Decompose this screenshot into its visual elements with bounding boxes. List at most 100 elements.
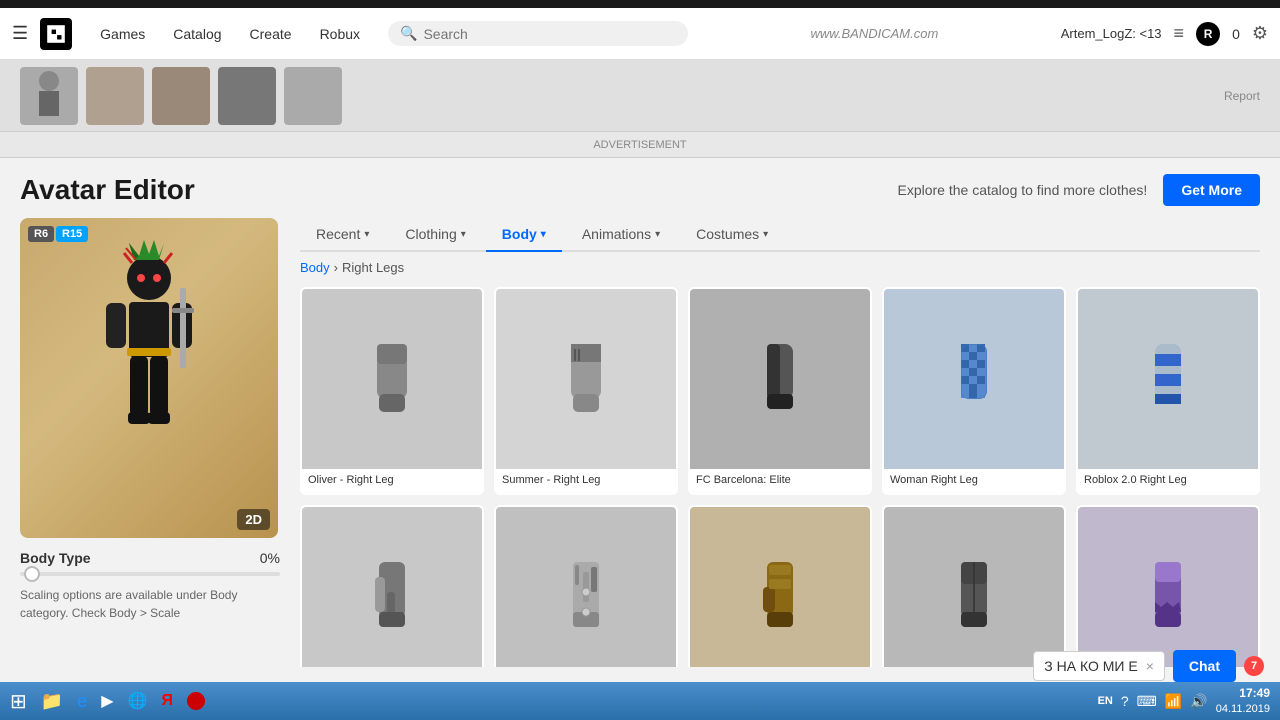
item-simple-robo[interactable]: Simple Robo - Right Leg — [494, 505, 678, 667]
item-summer-right-leg[interactable]: Summer - Right Leg — [494, 287, 678, 495]
keyboard-icon: ⌨ — [1137, 693, 1157, 710]
roblox-r-icon[interactable]: R — [1196, 22, 1220, 46]
main-area: Avatar Editor R6 R15 — [0, 158, 1280, 720]
help-icon[interactable]: ? — [1121, 693, 1129, 709]
tabs-bar: Recent ▾ Clothing ▾ Body ▾ Animations ▾ … — [300, 218, 1260, 252]
ad-report[interactable]: Report — [1224, 89, 1260, 103]
items-grid: Oliver - Right Leg Summer - Right Leg — [300, 287, 1260, 667]
item-img — [690, 507, 870, 667]
taskbar-right: EN ? ⌨ 📶 🔊 17:49 04.11.2019 — [1098, 685, 1276, 717]
clothing-arrow: ▾ — [461, 229, 466, 240]
taskbar-file-explorer[interactable]: 📁 — [35, 685, 69, 717]
username-label: Artem_LogZ: <13 — [1061, 26, 1162, 41]
ad-img-1 — [20, 67, 78, 125]
settings-icon[interactable]: ⚙ — [1252, 23, 1268, 44]
hamburger-icon[interactable]: ☰ — [12, 23, 28, 44]
item-woman-right-leg[interactable]: Woman Right Leg — [882, 287, 1066, 495]
nav-robux[interactable]: Robux — [308, 20, 372, 48]
scaling-note: Scaling options are available under Body… — [20, 586, 280, 622]
item-warchief[interactable]: Warchief Mucklug - — [688, 505, 872, 667]
recent-arrow: ▾ — [364, 229, 369, 240]
item-harbinger[interactable]: The Harbinger - Right Leg — [300, 505, 484, 667]
item-fc-barcelona[interactable]: FC Barcelona: Elite — [688, 287, 872, 495]
item-name: Summer - Right Leg — [496, 469, 676, 493]
navbar: ☰ Games Catalog Create Robux 🔍 www.BANDI… — [0, 8, 1280, 60]
item-name: Roblox 2.0 Right Leg — [1078, 469, 1258, 493]
search-bar[interactable]: 🔍 — [388, 21, 688, 46]
chat-bar: З НА КО МИ Е × Chat 7 — [1033, 650, 1264, 682]
avatar-figure — [84, 238, 214, 518]
body-type-section: Body Type 0% Scaling options are availab… — [20, 550, 280, 622]
body-arrow: ▾ — [541, 229, 546, 240]
2d-toggle[interactable]: 2D — [237, 509, 270, 530]
item-img — [302, 289, 482, 469]
nav-games[interactable]: Games — [88, 20, 157, 48]
animations-arrow: ▾ — [655, 229, 660, 240]
chat-badge: 7 — [1244, 656, 1264, 676]
taskbar-lang: EN — [1098, 695, 1113, 707]
body-type-value: 0% — [260, 550, 280, 566]
chat-notification-text: З НА КО МИ Е — [1044, 658, 1137, 674]
nav-create[interactable]: Create — [238, 20, 304, 48]
ad-label: ADVERTISEMENT — [0, 132, 1280, 158]
folder-icon: 📁 — [41, 691, 63, 712]
item-img — [884, 507, 1064, 667]
chat-button-label: Chat — [1189, 658, 1220, 674]
body-type-header: Body Type 0% — [20, 550, 280, 566]
breadcrumb-parent[interactable]: Body — [300, 260, 330, 275]
tab-body[interactable]: Body ▾ — [486, 218, 562, 252]
bandicam-watermark: www.BANDICAM.com — [696, 26, 1053, 41]
body-type-label: Body Type — [20, 550, 91, 566]
menu-icon[interactable]: ≡ — [1174, 23, 1185, 44]
avatar-viewer: R6 R15 — [20, 218, 278, 538]
roblox-logo[interactable] — [40, 18, 72, 50]
tab-recent[interactable]: Recent ▾ — [300, 218, 385, 252]
costumes-arrow: ▾ — [763, 229, 768, 240]
slider-thumb[interactable] — [24, 566, 40, 582]
r6-badge[interactable]: R6 — [28, 226, 54, 242]
tab-animations[interactable]: Animations ▾ — [566, 218, 676, 252]
ad-images — [20, 67, 342, 125]
breadcrumb-current: Right Legs — [342, 260, 404, 275]
taskbar-ie[interactable]: e — [71, 685, 93, 717]
tab-clothing[interactable]: Clothing ▾ — [389, 218, 481, 252]
taskbar-yandex[interactable]: Я — [155, 685, 179, 717]
item-img — [690, 289, 870, 469]
taskbar-media[interactable]: ▶ — [95, 685, 119, 717]
promo-text: Explore the catalog to find more clothes… — [898, 182, 1148, 198]
page-title: Avatar Editor — [20, 174, 280, 206]
chat-close-icon[interactable]: × — [1146, 658, 1154, 674]
item-squad-ghouls[interactable]: Squad Ghouls: Drop Dead — [1076, 505, 1260, 667]
item-name: FC Barcelona: Elite — [690, 469, 870, 493]
body-type-slider[interactable] — [20, 572, 280, 576]
nav-catalog[interactable]: Catalog — [161, 20, 233, 48]
taskbar-chrome[interactable]: 🌐 — [122, 685, 154, 717]
chat-button[interactable]: Chat — [1173, 650, 1236, 682]
ad-bar: Report — [0, 60, 1280, 132]
item-img — [496, 289, 676, 469]
notification-count[interactable]: 0 — [1232, 26, 1240, 42]
nav-links: Games Catalog Create Robux — [88, 20, 372, 48]
speaker-icon[interactable]: 🔊 — [1190, 693, 1207, 710]
r15-badge[interactable]: R15 — [56, 226, 88, 242]
item-img — [1078, 507, 1258, 667]
item-name: Oliver - Right Leg — [302, 469, 482, 493]
right-panel: Explore the catalog to find more clothes… — [300, 174, 1260, 704]
taskbar-start[interactable]: ⊞ — [4, 685, 33, 717]
taskbar-clock: 17:49 04.11.2019 — [1216, 685, 1270, 717]
item-img — [884, 289, 1064, 469]
taskbar-record[interactable] — [181, 685, 211, 717]
item-city-life-man[interactable]: City Life Man - Right Leg — [882, 505, 1066, 667]
record-icon — [187, 692, 205, 710]
ie-icon: e — [77, 691, 87, 712]
taskbar: ⊞ 📁 e ▶ 🌐 Я EN ? ⌨ 📶 🔊 17:49 04.11.2019 — [0, 682, 1280, 720]
item-oliver-right-leg[interactable]: Oliver - Right Leg — [300, 287, 484, 495]
ad-img-4 — [218, 67, 276, 125]
item-img — [302, 507, 482, 667]
item-roblox-2-right-leg[interactable]: Roblox 2.0 Right Leg — [1076, 287, 1260, 495]
get-more-button[interactable]: Get More — [1163, 174, 1260, 206]
tab-costumes[interactable]: Costumes ▾ — [680, 218, 784, 252]
promo-bar: Explore the catalog to find more clothes… — [300, 174, 1260, 206]
ad-img-3 — [152, 67, 210, 125]
search-input[interactable] — [423, 26, 676, 42]
